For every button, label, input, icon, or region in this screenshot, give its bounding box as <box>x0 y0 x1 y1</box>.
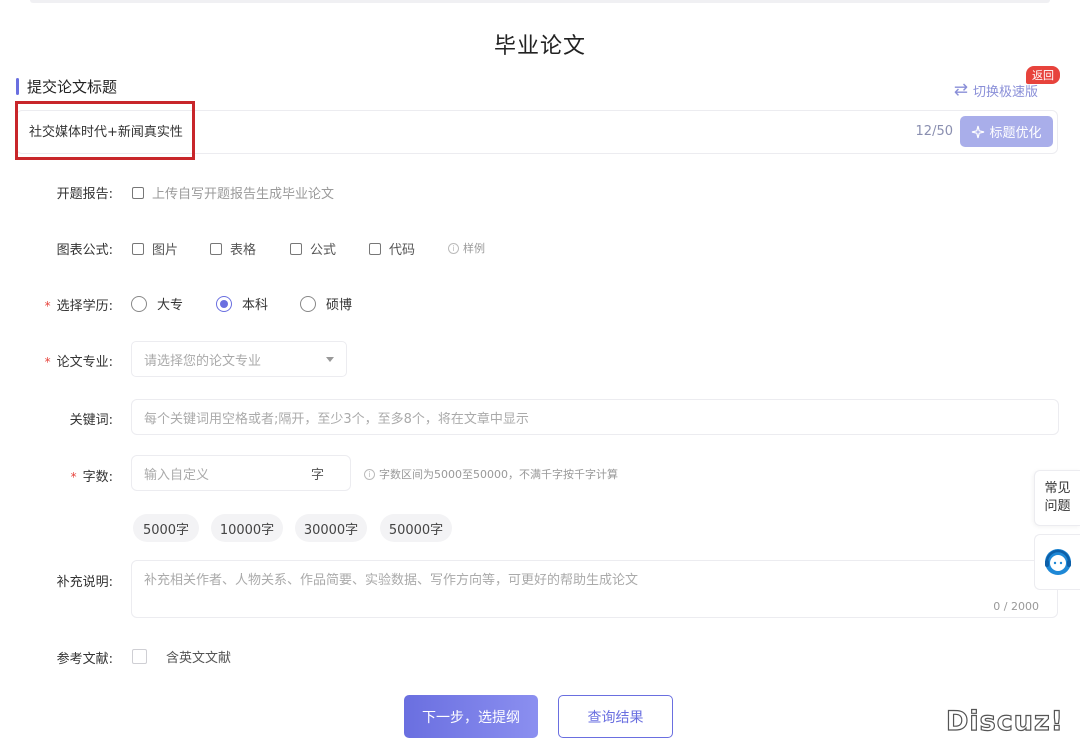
word-count-hint: i 字数区间为5000至50000，不满千字按千字计算 <box>364 466 618 482</box>
degree-radio-associate[interactable]: 大专 <box>131 294 183 313</box>
page-title: 毕业论文 <box>493 34 586 59</box>
references-option-label: 含英文文献 <box>166 651 232 666</box>
proposal-label: 开题报告: <box>56 187 113 202</box>
title-char-counter: 12/50 <box>915 124 953 139</box>
word-count-placeholder: 输入自定义 <box>144 467 210 483</box>
chart-option-image[interactable]: 图片 <box>132 239 178 258</box>
checkbox-box <box>132 649 147 664</box>
chart-option-code[interactable]: 代码 <box>369 239 415 258</box>
faq-line1: 常见 <box>1044 481 1071 496</box>
top-divider <box>30 0 1050 3</box>
faq-tab[interactable]: 常见 问题 <box>1034 470 1080 526</box>
info-icon: i <box>448 242 459 254</box>
customer-service-icon <box>1044 549 1071 575</box>
info-icon: i <box>364 468 375 480</box>
word-count-hint-text: 字数区间为5000至50000，不满千字按千字计算 <box>379 468 618 481</box>
required-mark: * <box>70 470 77 484</box>
proposal-upload-checkbox[interactable]: 上传自写开题报告生成毕业论文 <box>132 183 334 202</box>
checkbox-box <box>290 242 302 255</box>
chart-option-table[interactable]: 表格 <box>210 239 256 258</box>
references-label: 参考文献: <box>56 652 113 667</box>
degree-label-text: 选择学历: <box>56 299 113 314</box>
chart-option-label: 代码 <box>389 243 416 258</box>
keywords-placeholder: 每个关键词用空格或者;隔开，至少3个，至多8个，将在文章中显示 <box>144 411 529 427</box>
major-label-text: 论文专业: <box>56 355 113 370</box>
faq-line2: 问题 <box>1044 499 1071 514</box>
preset-10000[interactable]: 10000字 <box>211 514 283 542</box>
notes-label: 补充说明: <box>56 575 113 590</box>
major-placeholder: 请选择您的论文专业 <box>144 353 262 369</box>
section-title: 提交论文标题 <box>27 78 118 96</box>
required-mark: * <box>44 355 51 369</box>
chart-option-label: 公式 <box>310 243 337 258</box>
checkbox-box <box>132 242 144 255</box>
major-select[interactable]: 请选择您的论文专业 <box>131 341 347 377</box>
chart-option-formula[interactable]: 公式 <box>290 239 336 258</box>
degree-radio-graduate[interactable]: 硕博 <box>300 294 352 313</box>
proposal-option-label: 上传自写开题报告生成毕业论文 <box>152 187 335 202</box>
word-count-input[interactable]: 输入自定义 字 <box>131 455 351 491</box>
degree-option-label: 硕博 <box>326 298 353 313</box>
section-accent-bar <box>16 78 19 95</box>
word-count-label-text: 字数: <box>82 470 113 485</box>
preset-50000[interactable]: 50000字 <box>380 514 452 542</box>
degree-radio-bachelor[interactable]: 本科 <box>216 294 268 313</box>
sample-label: 样例 <box>463 242 485 255</box>
swap-icon: ⇄ <box>953 80 968 100</box>
preset-5000[interactable]: 5000字 <box>133 514 199 542</box>
customer-service-tab[interactable] <box>1034 534 1080 590</box>
optimize-label: 标题优化 <box>989 126 1042 141</box>
degree-option-label: 大专 <box>157 298 184 313</box>
checkbox-box <box>210 242 222 255</box>
radio-circle <box>131 295 147 312</box>
word-count-label: * 字数: <box>25 466 113 485</box>
sparkle-icon <box>972 125 985 138</box>
required-mark: * <box>44 299 51 313</box>
keywords-label: 关键词: <box>69 413 113 428</box>
checkbox-box <box>369 242 381 255</box>
radio-circle <box>300 295 316 312</box>
watermark-text: Discuz! <box>945 705 1064 737</box>
highlight-box <box>15 101 195 160</box>
title-optimize-button[interactable]: 标题优化 <box>960 116 1053 147</box>
return-badge[interactable]: 返回 <box>1026 66 1060 84</box>
section-header: 提交论文标题 <box>16 76 117 97</box>
chart-option-label: 表格 <box>230 243 257 258</box>
checkbox-box <box>132 186 144 199</box>
sample-link[interactable]: i 样例 <box>448 240 485 256</box>
chart-option-label: 图片 <box>152 243 179 258</box>
degree-option-label: 本科 <box>242 298 269 313</box>
charts-label: 图表公式: <box>56 243 113 258</box>
next-step-button[interactable]: 下一步，选提纲 <box>404 695 538 738</box>
preset-30000[interactable]: 30000字 <box>295 514 367 542</box>
chevron-down-icon <box>326 356 334 362</box>
keywords-input[interactable]: 每个关键词用空格或者;隔开，至少3个，至多8个，将在文章中显示 <box>131 399 1059 435</box>
notes-textarea[interactable]: 补充相关作者、人物关系、作品简要、实验数据、写作方向等，可更好的帮助生成论文 0… <box>131 560 1058 618</box>
notes-placeholder: 补充相关作者、人物关系、作品简要、实验数据、写作方向等，可更好的帮助生成论文 <box>144 573 639 588</box>
degree-label: * 选择学历: <box>25 295 113 314</box>
notes-char-counter: 0 / 2000 <box>993 600 1039 613</box>
major-label: * 论文专业: <box>25 351 113 370</box>
word-count-unit: 字 <box>310 467 324 483</box>
radio-circle-checked <box>216 295 232 312</box>
query-result-button[interactable]: 查询结果 <box>558 695 673 738</box>
references-english-checkbox[interactable]: 含英文文献 <box>132 647 231 666</box>
